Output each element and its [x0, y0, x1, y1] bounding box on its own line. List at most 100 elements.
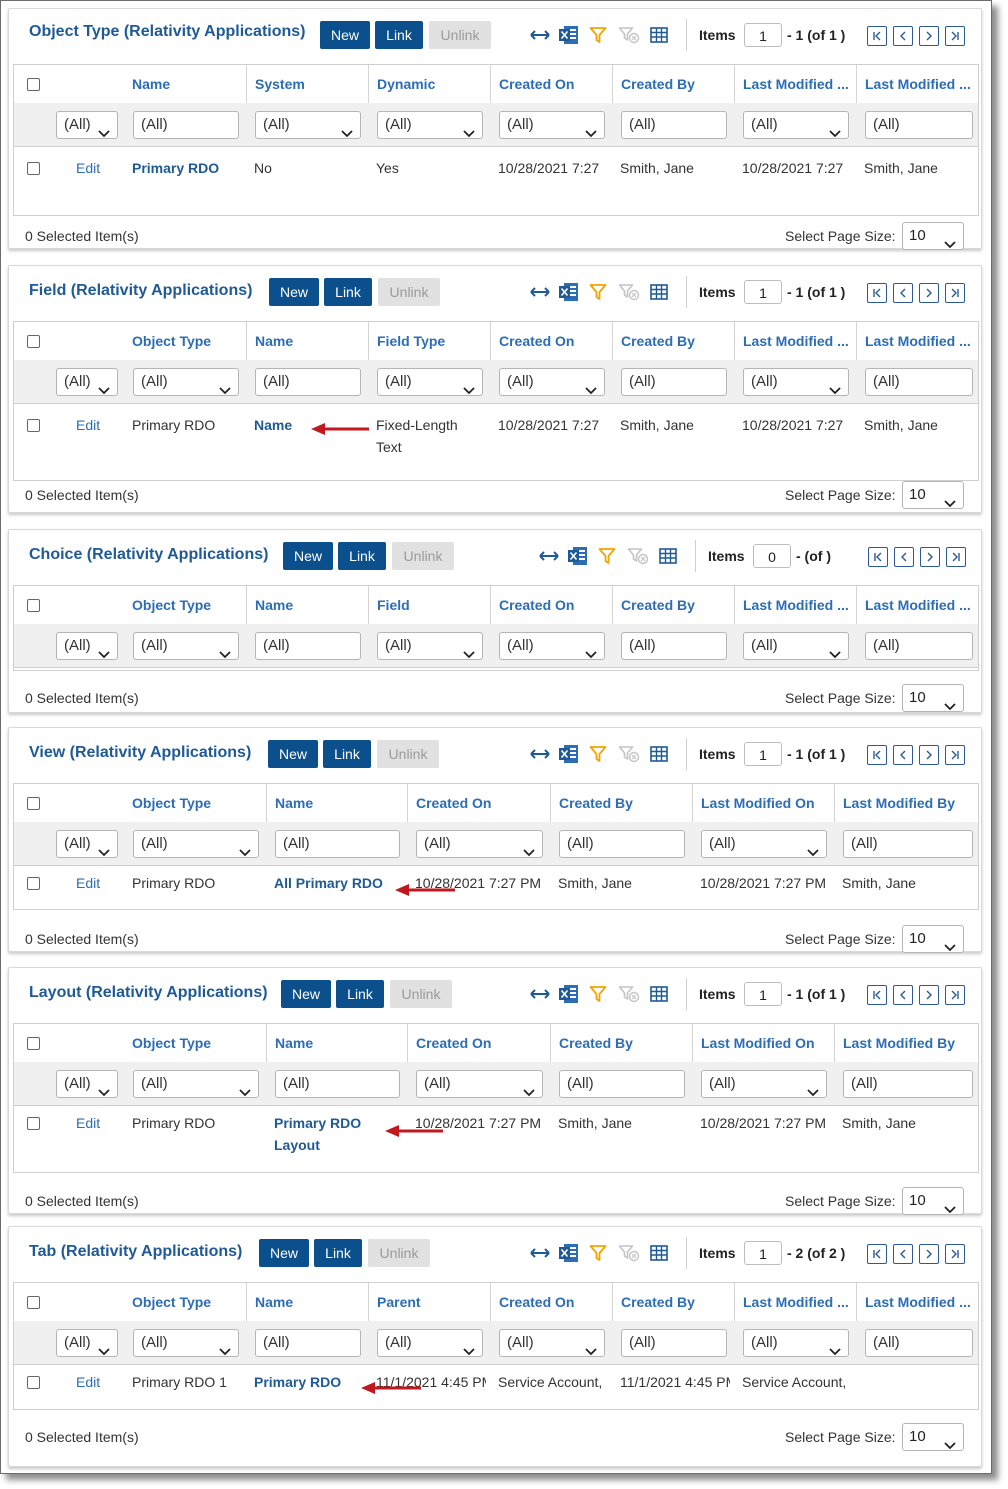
resize-columns-icon[interactable] [538, 549, 560, 568]
filter-select[interactable]: (All) [499, 1329, 605, 1357]
filter-select[interactable]: (All) [701, 1070, 827, 1098]
filter-select[interactable]: (All) [133, 830, 259, 858]
filter-select[interactable]: (All) [255, 111, 361, 139]
prev-page-button[interactable] [893, 283, 913, 303]
column-header[interactable]: Last Modified ... [734, 1283, 856, 1321]
prev-page-button[interactable] [893, 1244, 913, 1264]
grid-view-icon[interactable] [650, 1245, 668, 1266]
filter-select[interactable]: (All) [499, 632, 605, 660]
prev-page-button[interactable] [893, 745, 913, 765]
column-header[interactable]: Object Type [124, 784, 266, 822]
filter-select-edit[interactable]: (All) [56, 368, 118, 396]
page-size-select[interactable]: 10 [902, 925, 964, 953]
first-page-button[interactable] [867, 1244, 887, 1264]
column-header[interactable]: Parent [368, 1283, 490, 1321]
filter-input[interactable]: (All) [843, 830, 973, 858]
link-button[interactable]: Link [323, 740, 371, 768]
new-button[interactable]: New [268, 740, 318, 768]
prev-page-button[interactable] [893, 26, 913, 46]
column-header[interactable]: Created On [490, 1283, 612, 1321]
next-page-button[interactable] [920, 547, 940, 567]
next-page-button[interactable] [919, 1244, 939, 1264]
column-header[interactable]: Name [266, 1024, 407, 1062]
column-header[interactable]: Created By [612, 586, 734, 624]
filter-select[interactable]: (All) [701, 830, 827, 858]
column-header[interactable]: Last Modified By [834, 784, 980, 822]
next-page-button[interactable] [919, 985, 939, 1005]
new-button[interactable]: New [320, 21, 370, 49]
filter-select-edit[interactable]: (All) [56, 830, 118, 858]
page-number-input[interactable]: 1 [744, 1241, 782, 1265]
column-header[interactable]: Name [246, 1283, 368, 1321]
record-name-link[interactable]: Primary RDO Layout [274, 1112, 374, 1156]
filter-input[interactable]: (All) [275, 830, 400, 858]
column-header[interactable]: Last Modified ... [734, 586, 856, 624]
row-checkbox[interactable] [27, 877, 40, 890]
record-name-link[interactable]: Name [254, 414, 292, 436]
new-button[interactable]: New [281, 980, 331, 1008]
last-page-button[interactable] [945, 985, 965, 1005]
grid-view-icon[interactable] [650, 27, 668, 48]
prev-page-button[interactable] [894, 547, 914, 567]
filter-icon[interactable] [589, 1244, 607, 1267]
resize-columns-icon[interactable] [529, 28, 551, 47]
filter-input[interactable]: (All) [621, 368, 727, 396]
page-size-select[interactable]: 10 [902, 222, 964, 250]
filter-input[interactable]: (All) [865, 111, 973, 139]
excel-export-icon[interactable] [558, 282, 580, 307]
filter-input[interactable]: (All) [865, 632, 973, 660]
column-header[interactable]: Name [246, 322, 368, 360]
excel-export-icon[interactable] [558, 25, 580, 50]
record-name-link[interactable]: All Primary RDO [274, 872, 383, 894]
excel-export-icon[interactable] [558, 1243, 580, 1268]
page-size-select[interactable]: 10 [902, 1187, 964, 1215]
column-header[interactable]: Created On [490, 322, 612, 360]
filter-select[interactable]: (All) [377, 111, 483, 139]
column-header[interactable]: Created On [490, 586, 612, 624]
column-header[interactable]: Last Modified On [692, 1024, 834, 1062]
new-button[interactable]: New [269, 278, 319, 306]
select-all-checkbox[interactable] [27, 797, 40, 810]
column-header[interactable]: System [246, 65, 368, 103]
next-page-button[interactable] [919, 26, 939, 46]
column-header[interactable]: Last Modified ... [856, 586, 980, 624]
select-all-checkbox[interactable] [27, 1037, 40, 1050]
column-header[interactable]: Name [266, 784, 407, 822]
first-page-button[interactable] [868, 547, 888, 567]
first-page-button[interactable] [867, 283, 887, 303]
column-header[interactable]: Last Modified ... [856, 65, 980, 103]
grid-view-icon[interactable] [650, 986, 668, 1007]
link-button[interactable]: Link [375, 21, 423, 49]
column-header[interactable]: Created On [490, 65, 612, 103]
filter-select-edit[interactable]: (All) [56, 1329, 118, 1357]
page-size-select[interactable]: 10 [902, 1423, 964, 1451]
last-page-button[interactable] [945, 283, 965, 303]
first-page-button[interactable] [867, 26, 887, 46]
select-all-checkbox[interactable] [27, 1296, 40, 1309]
row-checkbox[interactable] [27, 162, 40, 175]
filter-select[interactable]: (All) [499, 111, 605, 139]
page-number-input[interactable]: 1 [744, 742, 782, 766]
filter-select[interactable]: (All) [416, 830, 543, 858]
column-header[interactable]: Created On [407, 1024, 550, 1062]
edit-link[interactable]: Edit [76, 414, 100, 436]
row-checkbox[interactable] [27, 1117, 40, 1130]
page-number-input[interactable]: 0 [753, 544, 791, 568]
next-page-button[interactable] [919, 745, 939, 765]
resize-columns-icon[interactable] [529, 1246, 551, 1265]
last-page-button[interactable] [946, 547, 966, 567]
filter-select[interactable]: (All) [133, 1329, 239, 1357]
edit-link[interactable]: Edit [76, 1371, 100, 1393]
filter-select-edit[interactable]: (All) [56, 632, 118, 660]
filter-input[interactable]: (All) [865, 368, 973, 396]
filter-select-edit[interactable]: (All) [56, 1070, 118, 1098]
last-page-button[interactable] [945, 745, 965, 765]
column-header[interactable]: Dynamic [368, 65, 490, 103]
filter-input[interactable]: (All) [621, 111, 727, 139]
filter-select[interactable]: (All) [743, 632, 849, 660]
filter-icon[interactable] [589, 985, 607, 1008]
filter-select[interactable]: (All) [743, 368, 849, 396]
select-all-checkbox[interactable] [27, 78, 40, 91]
filter-input[interactable]: (All) [559, 1070, 685, 1098]
column-header[interactable]: Last Modified ... [856, 1283, 980, 1321]
